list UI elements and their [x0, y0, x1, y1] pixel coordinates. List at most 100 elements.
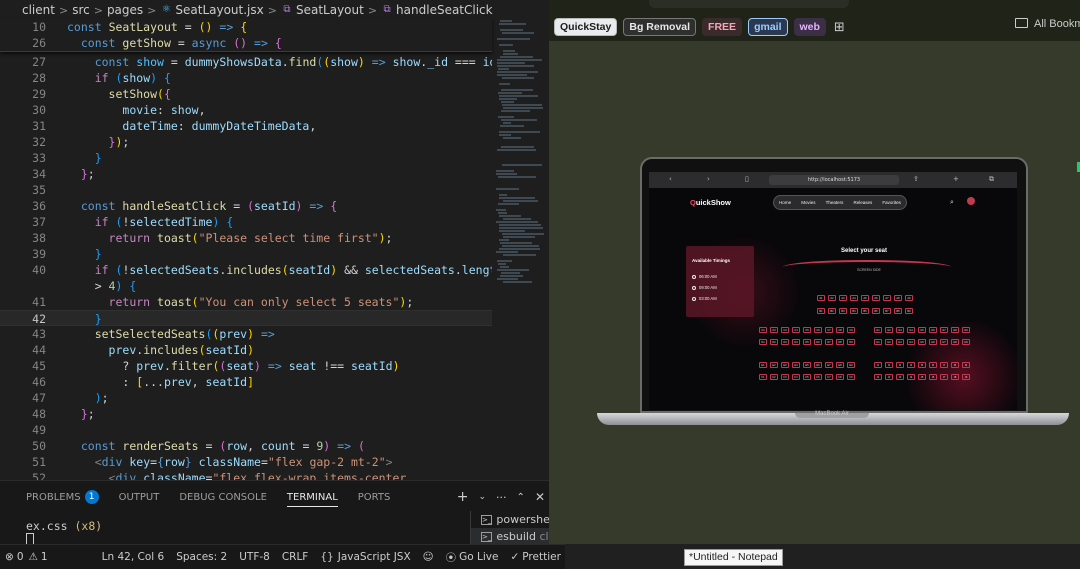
sticky-scroll-header[interactable]: 10 const SeatLayout = () => {26 const get… [0, 18, 492, 52]
code-line[interactable]: 33 } [0, 150, 492, 166]
error-count[interactable]: 0 [17, 551, 24, 563]
terminal-powershell[interactable]: >_powershell [471, 511, 549, 528]
copilot-icon[interactable]: ☺ [423, 551, 434, 563]
minimap-line [499, 44, 513, 46]
code-line[interactable]: 31 dateTime: dummyDateTimeData, [0, 118, 492, 134]
bookmark-web[interactable]: web [793, 18, 826, 36]
code-line[interactable]: 34 }; [0, 166, 492, 182]
code-line[interactable]: 46 : [...prev, seatId] [0, 374, 492, 390]
code-line[interactable]: 27 const show = dummyShowsData.find((sho… [0, 54, 492, 70]
cursor-position[interactable]: Ln 42, Col 6 [102, 551, 165, 563]
code-line[interactable]: 51 <div key={row} className="flex gap-2 … [0, 454, 492, 470]
code-line[interactable]: 36 const handleSeatClick = (seatId) => { [0, 198, 492, 214]
breadcrumb-client[interactable]: client [22, 3, 55, 17]
seat: H5 [918, 339, 926, 345]
seat: C3 [781, 327, 789, 333]
code-text: }); [108, 135, 130, 149]
radio-icon [692, 286, 696, 290]
tab-problems[interactable]: PROBLEMS 1 [26, 481, 99, 513]
code-line[interactable]: 38 return toast("Please select time firs… [0, 230, 492, 246]
bookmark-quickstay[interactable]: QuickStay [554, 18, 618, 36]
error-icon[interactable]: ⊗ [5, 551, 14, 563]
breadcrumb-src[interactable]: src [72, 3, 90, 17]
breadcrumb-component[interactable]: SeatLayout [296, 3, 364, 17]
code-line[interactable]: 45 ? prev.filter((seat) => seat !== seat… [0, 358, 492, 374]
more-icon[interactable]: ··· [496, 491, 507, 504]
code-line[interactable]: 48 }; [0, 406, 492, 422]
tab-output[interactable]: OUTPUT [119, 481, 160, 513]
seat: J5 [918, 374, 926, 380]
seat: G7 [940, 327, 948, 333]
sticky-line[interactable]: 26 const getShow = async () => { [0, 35, 492, 51]
folder-icon [1015, 18, 1028, 28]
code-line[interactable]: 44 prev.includes(seatId) [0, 342, 492, 358]
code-line[interactable]: 29 setShow({ [0, 86, 492, 102]
bookmark-gmail[interactable]: gmail [748, 18, 788, 36]
close-icon[interactable]: ✕ [535, 490, 545, 504]
code-text: }; [80, 407, 95, 421]
tab-ports[interactable]: PORTS [358, 481, 391, 513]
terminal-esbuild[interactable]: >_esbuild cli [471, 528, 549, 544]
desktop: client > src > pages > ⚛ SeatLayout.jsx > ⧉ Se… [0, 0, 1080, 569]
indentation[interactable]: Spaces: 2 [176, 551, 227, 563]
code-line[interactable]: 32 }); [0, 134, 492, 150]
bookmark-free[interactable]: FREE [702, 18, 743, 36]
line-ending[interactable]: CRLF [282, 551, 309, 563]
line-number: 40 [32, 263, 46, 277]
minimap-line [498, 203, 519, 205]
line-number: 41 [32, 295, 46, 309]
sticky-line[interactable]: 10 const SeatLayout = () => { [0, 19, 492, 35]
tab-debug-console[interactable]: DEBUG CONSOLE [179, 481, 267, 513]
seat: H7 [940, 339, 948, 345]
code-line[interactable]: 41 return toast("You can only select 5 s… [0, 294, 492, 310]
panel-actions: + ⌄ ··· ⌃ ✕ [457, 481, 549, 513]
chevron-down-icon[interactable]: ⌄ [479, 492, 487, 502]
warning-icon[interactable]: ⚠ [29, 551, 38, 563]
maximize-icon[interactable]: ⌃ [517, 492, 525, 503]
all-bookmarks[interactable]: All Bookm [1015, 18, 1080, 30]
breadcrumb-pages[interactable]: pages [107, 3, 143, 17]
encoding[interactable]: UTF-8 [239, 551, 270, 563]
code-line[interactable]: > 4) { [0, 278, 492, 294]
code-editor[interactable]: 27 const show = dummyShowsData.find((sho… [0, 52, 492, 480]
minimap-line [496, 188, 519, 190]
code-line[interactable]: 47 ); [0, 390, 492, 406]
seat: G5 [918, 327, 926, 333]
minimap[interactable] [492, 18, 549, 480]
minimap-line [501, 119, 537, 121]
seat: D4 [792, 339, 800, 345]
breadcrumb-file[interactable]: SeatLayout.jsx [175, 3, 263, 17]
bookmark-bg-removal[interactable]: Bg Removal [623, 18, 697, 36]
code-line[interactable]: 35 [0, 182, 492, 198]
problems-badge: 1 [84, 490, 99, 504]
code-line[interactable]: 42 } [0, 310, 492, 326]
code-line[interactable]: 50 const renderSeats = (row, count = 9) … [0, 438, 492, 454]
language-mode[interactable]: JavaScript JSX [338, 551, 411, 563]
seat: C9 [847, 327, 855, 333]
code-line[interactable]: 49 [0, 422, 492, 438]
code-line[interactable]: 52 <div className="flex flex-wrap items-… [0, 470, 492, 480]
seat: A2 [828, 295, 836, 301]
minimap-line [497, 74, 527, 76]
code-line[interactable]: 39 } [0, 246, 492, 262]
apps-grid-icon[interactable]: ⊞ [834, 20, 845, 35]
code-line[interactable]: 40 if (!selectedSeats.includes(seatId) &… [0, 262, 492, 278]
breadcrumb-function[interactable]: handleSeatClick [396, 3, 493, 17]
new-terminal-icon[interactable]: + [457, 489, 469, 505]
seat: G6 [929, 327, 937, 333]
code-line[interactable]: 30 movie: show, [0, 102, 492, 118]
code-line[interactable]: 37 if (!selectedTime) { [0, 214, 492, 230]
minimap-line [503, 50, 515, 52]
warning-count[interactable]: 1 [41, 551, 48, 563]
seat: B8 [894, 308, 902, 314]
code-line[interactable]: 43 setSelectedSeats((prev) => [0, 326, 492, 342]
go-live-button[interactable]: Go Live [459, 551, 498, 563]
tab-terminal[interactable]: TERMINAL [286, 481, 338, 513]
line-number: 44 [32, 343, 46, 357]
code-line[interactable]: 28 if (show) { [0, 70, 492, 86]
seat: C7 [825, 327, 833, 333]
seat: D5 [803, 339, 811, 345]
line-number: 27 [32, 55, 46, 69]
prettier-button[interactable]: Prettier [522, 551, 561, 563]
minimap-line [503, 236, 535, 238]
